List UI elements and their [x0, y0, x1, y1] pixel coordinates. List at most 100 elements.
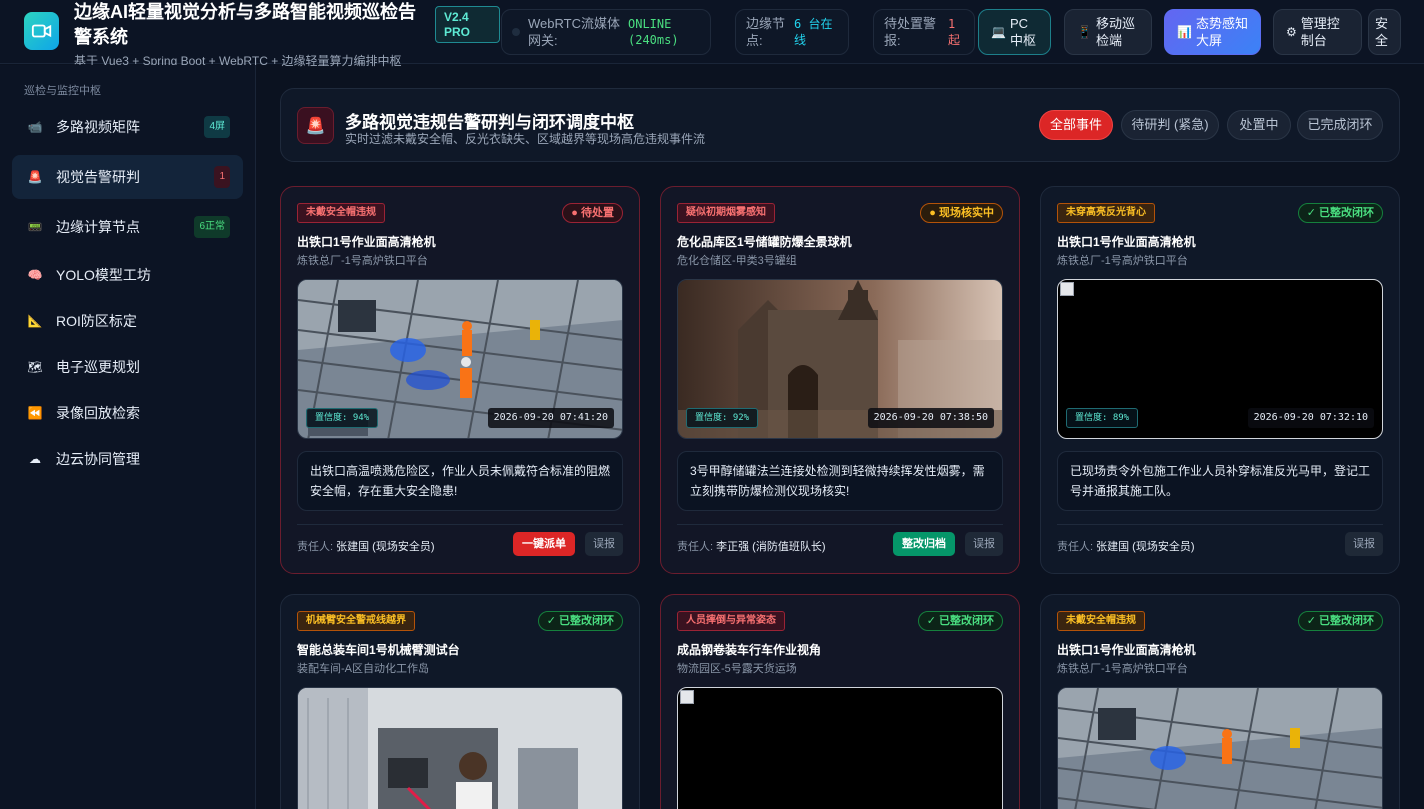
camera-title: 危化品库区1号储罐防爆全景球机: [677, 235, 852, 249]
false-alarm-button[interactable]: 误报: [585, 532, 623, 556]
status-badge: ✓ 已整改闭环: [1297, 203, 1383, 223]
cloud-icon: ☁: [29, 452, 41, 466]
filter-in-progress[interactable]: 处置中: [1227, 110, 1291, 140]
edge-node-status: 边缘节点: 6 台在线: [735, 9, 849, 55]
app-title: 边缘AI轻量视觉分析与多路智能视频巡检告警系统: [74, 2, 416, 47]
camera-title: 出铁口1号作业面高清枪机: [297, 235, 436, 249]
alert-card[interactable]: 未戴安全帽违规 ● 待处置 出铁口1号作业面高清枪机 炼铁总厂-1号高炉铁口平台…: [280, 186, 640, 574]
rewind-icon: ⏪: [27, 406, 43, 420]
confidence-label: 置信度: 92%: [686, 408, 759, 428]
security-button[interactable]: 安全: [1368, 9, 1401, 55]
camera-location: 炼铁总厂-1号高炉铁口平台: [1057, 663, 1188, 675]
snapshot-image[interactable]: [1057, 687, 1383, 809]
violation-tag: 未戴安全帽违规: [1057, 611, 1145, 631]
pc-hub-button[interactable]: 💻 PC中枢: [978, 9, 1051, 55]
gear-icon: ⚙: [1286, 24, 1297, 39]
sidebar-item-patrol-planning[interactable]: 🗺 电子巡更规划: [12, 345, 243, 389]
video-camera-icon: [24, 12, 59, 50]
alert-card[interactable]: 机械臂安全警戒线越界 ✓ 已整改闭环 智能总装车间1号机械臂测试台 装配车间-A…: [280, 594, 640, 809]
owner-info: 责任人: 张建国 (现场安全员): [297, 541, 435, 553]
camera-title: 出铁口1号作业面高清枪机: [1057, 235, 1196, 249]
nav-badge: 4屏: [204, 116, 230, 138]
camera-title: 智能总装车间1号机械臂测试台: [297, 643, 460, 657]
sidebar-item-alert-judgement[interactable]: 🚨 视觉告警研判 1: [12, 155, 243, 199]
sidebar-heading: 巡检与监控中枢: [24, 85, 101, 97]
server-icon: 📟: [27, 220, 43, 234]
violation-tag: 疑似初期烟雾感知: [677, 203, 775, 223]
status-badge: ● 现场核实中: [920, 203, 1003, 223]
page-subtitle: 实时过滤未戴安全帽、反光衣缺失、区域越界等现场高危违规事件流: [345, 132, 706, 146]
alert-card[interactable]: 疑似初期烟雾感知 ● 现场核实中 危化品库区1号储罐防爆全景球机 危化仓储区-甲…: [660, 186, 1020, 574]
camera-location: 炼铁总厂-1号高炉铁口平台: [1057, 255, 1188, 267]
violation-tag: 机械臂安全警戒线越界: [297, 611, 415, 631]
camera-location: 物流园区-5号露天货运场: [677, 663, 797, 675]
filter-closed[interactable]: 已完成闭环: [1297, 110, 1383, 140]
sidebar-item-playback[interactable]: ⏪ 录像回放检索: [12, 391, 243, 435]
status-badge: ✓ 已整改闭环: [917, 611, 1003, 631]
alert-card[interactable]: 未戴安全帽违规 ✓ 已整改闭环 出铁口1号作业面高清枪机 炼铁总厂-1号高炉铁口…: [1040, 594, 1400, 809]
dispatch-button[interactable]: 一键派单: [513, 532, 575, 556]
sidebar-item-yolo-workshop[interactable]: 🧠 YOLO模型工坊: [12, 253, 243, 297]
admin-console-button[interactable]: ⚙ 管理控制台: [1273, 9, 1362, 55]
mobile-inspection-button[interactable]: 📱 移动巡检端: [1064, 9, 1152, 55]
nav-badge: 6正常: [194, 216, 230, 238]
snapshot-image[interactable]: [297, 687, 623, 809]
status-badge: ✓ 已整改闭环: [537, 611, 623, 631]
broken-image-icon: [1060, 282, 1074, 296]
divider: [677, 524, 1003, 525]
archive-button[interactable]: 整改归档: [893, 532, 955, 556]
owner-info: 责任人: 张建国 (现场安全员): [1057, 541, 1195, 553]
snapshot-image[interactable]: 置信度: 89% 2026-09-20 07:32:10: [1057, 279, 1383, 439]
brain-icon: 🧠: [27, 268, 43, 282]
laptop-icon: 💻: [991, 24, 1006, 39]
map-icon: 🗺: [27, 360, 43, 374]
snapshot-image[interactable]: [677, 687, 1003, 809]
ruler-icon: 📐: [27, 314, 43, 328]
timestamp-label: 2026-09-20 07:32:10: [1247, 408, 1374, 428]
situation-bigscreen-button[interactable]: 📊 态势感知大屏: [1164, 9, 1261, 55]
camera-title: 出铁口1号作业面高清枪机: [1057, 643, 1196, 657]
sidebar-item-edge-nodes[interactable]: 📟 边缘计算节点 6正常: [12, 205, 243, 249]
violation-tag: 未戴安全帽违规: [297, 203, 385, 223]
filter-pending-urgent[interactable]: 待研判 (紧急): [1121, 110, 1219, 140]
divider: [1057, 524, 1383, 525]
timestamp-label: 2026-09-20 07:41:20: [487, 408, 614, 428]
violation-tag: 人员摔倒与异常姿态: [677, 611, 785, 631]
chart-icon: 📊: [1177, 24, 1192, 39]
camera-location: 危化仓储区-甲类3号罐组: [677, 255, 797, 267]
violation-tag: 未穿高亮反光背心: [1057, 203, 1155, 223]
snapshot-image[interactable]: 置信度: 94% 2026-09-20 07:41:20: [297, 279, 623, 439]
status-badge: ● 待处置: [562, 203, 623, 223]
divider: [297, 524, 623, 525]
owner-info: 责任人: 李正强 (消防值班队长): [677, 541, 826, 553]
alert-hub-banner: 🚨 多路视觉违规告警研判与闭环调度中枢 实时过滤未戴安全帽、反光衣缺失、区域越界…: [280, 88, 1400, 162]
false-alarm-button[interactable]: 误报: [965, 532, 1003, 556]
camera-location: 炼铁总厂-1号高炉铁口平台: [297, 255, 428, 267]
alert-description: 3号甲醇储罐法兰连接处检测到轻微持续挥发性烟雾，需立刻携带防爆检测仪现场核实!: [677, 451, 1003, 511]
broken-image-icon: [680, 690, 694, 704]
confidence-label: 置信度: 89%: [1066, 408, 1139, 428]
camera-location: 装配车间-A区自动化工作岛: [297, 663, 429, 675]
sidebar: 巡检与监控中枢 📹 多路视频矩阵 4屏 🚨 视觉告警研判 1 📟 边缘计算节点 …: [0, 65, 256, 809]
snapshot-image[interactable]: 置信度: 92% 2026-09-20 07:38:50: [677, 279, 1003, 439]
camera-icon: 📹: [27, 120, 43, 134]
alert-description: 出铁口高温喷溅危险区，作业人员未佩戴符合标准的阻燃安全帽，存在重大安全隐患!: [297, 451, 623, 511]
sidebar-item-video-matrix[interactable]: 📹 多路视频矩阵 4屏: [12, 105, 243, 149]
alert-card[interactable]: 人员摔倒与异常姿态 ✓ 已整改闭环 成品钢卷装车行车作业视角 物流园区-5号露天…: [660, 594, 1020, 809]
alert-card[interactable]: 未穿高亮反光背心 ✓ 已整改闭环 出铁口1号作业面高清枪机 炼铁总厂-1号高炉铁…: [1040, 186, 1400, 574]
siren-icon: 🚨: [27, 170, 43, 184]
nav-badge: 1: [214, 166, 230, 188]
status-badge: ✓ 已整改闭环: [1297, 611, 1383, 631]
status-dot: [512, 28, 520, 36]
sidebar-item-edge-cloud[interactable]: ☁ 边云协同管理: [12, 437, 243, 481]
timestamp-label: 2026-09-20 07:38:50: [867, 408, 994, 428]
camera-title: 成品钢卷装车行车作业视角: [677, 643, 822, 657]
version-badge: V2.4 PRO: [435, 6, 500, 43]
siren-icon: 🚨: [297, 107, 334, 144]
pending-alert-status: 待处置警报: 1 起: [873, 9, 975, 55]
alert-description: 已现场责令外包施工作业人员补穿标准反光马甲，登记工号并通报其施工队。: [1057, 451, 1383, 511]
sidebar-item-roi-calibration[interactable]: 📐 ROI防区标定: [12, 299, 243, 343]
filter-all-events[interactable]: 全部事件: [1039, 110, 1113, 140]
false-alarm-button[interactable]: 误报: [1345, 532, 1383, 556]
confidence-label: 置信度: 94%: [306, 408, 379, 428]
